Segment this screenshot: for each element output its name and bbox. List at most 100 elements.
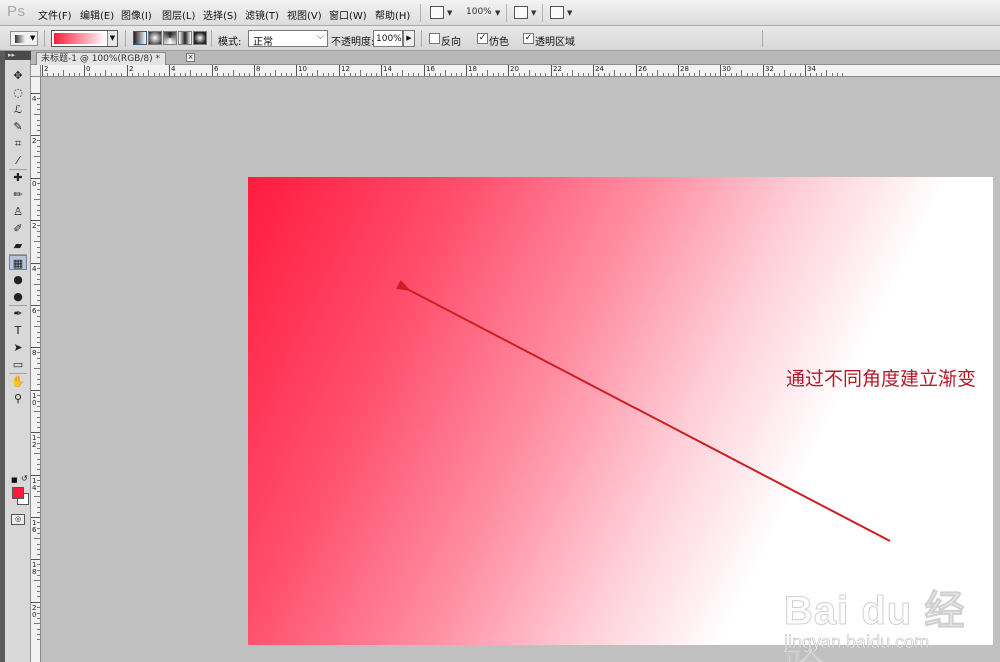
crop-icon[interactable]: ⌗ — [9, 136, 27, 151]
mode-select[interactable]: 正常 ⌵ — [248, 30, 328, 48]
transparency-checkbox[interactable]: ✓ — [523, 33, 534, 44]
reverse-checkbox[interactable] — [429, 33, 440, 44]
gradient-preview[interactable] — [54, 33, 106, 44]
menu-file[interactable]: 文件(F) — [38, 7, 72, 22]
eraser-icon[interactable]: ▰ — [9, 238, 27, 253]
close-icon[interactable]: × — [186, 53, 195, 62]
brush-icon[interactable]: ✏ — [9, 187, 27, 202]
ruler-minor-tick — [34, 623, 40, 624]
ruler-minor-tick — [37, 162, 40, 163]
menu-separator — [506, 4, 507, 22]
ruler-minor-tick — [832, 73, 833, 76]
ruler-minor-tick — [37, 384, 40, 385]
ruler-minor-tick — [307, 73, 308, 76]
dodge-icon[interactable]: ● — [9, 289, 27, 304]
ruler-minor-tick — [37, 194, 40, 195]
menu-view[interactable]: 视图(V) — [287, 7, 322, 22]
ruler-minor-tick — [529, 70, 530, 76]
pen-icon[interactable]: ✒ — [9, 306, 27, 321]
dither-checkbox[interactable]: ✓ — [477, 33, 488, 44]
reflected-gradient-button[interactable] — [178, 31, 192, 45]
ruler-minor-tick — [752, 73, 753, 76]
ruler-label: 28 — [680, 65, 689, 73]
ruler-minor-tick — [524, 73, 525, 76]
tool-preset-picker[interactable]: ▼ — [10, 31, 38, 46]
path-select-icon[interactable]: ➤ — [9, 340, 27, 355]
ruler-minor-tick — [402, 70, 403, 76]
chevron-down-icon[interactable]: ▼ — [531, 9, 536, 17]
opacity-slider-toggle[interactable]: ▶ — [403, 30, 415, 47]
ruler-minor-tick — [37, 98, 40, 99]
toolbox: ▸▸ ✥ ◌ ℒ ✎ ⌗ ⁄ ✚ ✏ ♙ ✐ ▰ ▦ ● ● ✒ T ➤ ▭ ✋ ⚲ ■ ↺ ◎ — [5, 51, 31, 662]
hand-icon[interactable]: ✋ — [9, 374, 27, 389]
quick-select-icon[interactable]: ✎ — [9, 119, 27, 134]
swap-colors-icon[interactable]: ↺ — [21, 474, 28, 483]
gradient-picker[interactable]: ▼ — [51, 30, 118, 47]
diamond-gradient-button[interactable] — [193, 31, 207, 45]
menu-filter[interactable]: 滤镜(T) — [245, 7, 279, 22]
quick-mask-icon[interactable]: ◎ — [11, 514, 25, 525]
healing-brush-icon[interactable]: ✚ — [9, 170, 27, 185]
ruler-minor-tick — [445, 70, 446, 76]
gradient-icon[interactable]: ▦ — [9, 255, 27, 270]
ruler-minor-tick — [344, 73, 345, 76]
menu-edit[interactable]: 编辑(E) — [80, 7, 114, 22]
ruler-minor-tick — [105, 70, 106, 76]
default-colors-icon[interactable]: ■ — [11, 476, 18, 484]
options-separator — [421, 30, 422, 47]
ruler-minor-tick — [37, 528, 40, 529]
opacity-input[interactable]: 100% — [373, 30, 403, 47]
marquee-icon[interactable]: ◌ — [9, 85, 27, 100]
toolbox-collapse-handle[interactable]: ▸▸ — [5, 51, 31, 60]
ruler-minor-tick — [34, 496, 40, 497]
ruler-minor-tick — [816, 73, 817, 76]
eyedropper-icon[interactable]: ⁄ — [9, 153, 27, 168]
ruler-minor-tick — [37, 257, 40, 258]
ruler-minor-tick — [37, 146, 40, 147]
ruler-minor-tick — [779, 73, 780, 76]
menu-window[interactable]: 窗口(W) — [329, 7, 367, 22]
ruler-minor-tick — [673, 73, 674, 76]
lasso-icon[interactable]: ℒ — [9, 102, 27, 117]
ruler-origin[interactable] — [31, 65, 41, 77]
ruler-minor-tick — [620, 73, 621, 76]
opacity-label: 不透明度: — [331, 37, 375, 48]
ruler-minor-tick — [790, 73, 791, 76]
vertical-ruler[interactable]: 4202468101214161820 — [31, 77, 41, 662]
menu-help[interactable]: 帮助(H) — [375, 7, 410, 22]
document-workspace[interactable]: 通过不同角度建立渐变 Bai du 经验 jingyan.baidu.com — [41, 77, 1000, 662]
angle-gradient-button[interactable] — [163, 31, 177, 45]
ruler-minor-tick — [201, 73, 202, 76]
shape-icon[interactable]: ▭ — [9, 357, 27, 372]
ruler-minor-tick — [545, 73, 546, 76]
arrange-documents-icon[interactable] — [514, 6, 528, 19]
ruler-minor-tick — [556, 73, 557, 76]
foreground-color-swatch[interactable] — [12, 487, 24, 499]
ruler-minor-tick — [37, 443, 40, 444]
menu-image[interactable]: 图像(I) — [121, 7, 152, 22]
ruler-tick — [127, 65, 128, 76]
screen-layout-icon[interactable] — [430, 6, 444, 19]
ruler-minor-tick — [689, 73, 690, 76]
blur-icon[interactable]: ● — [9, 272, 27, 287]
chevron-down-icon[interactable]: ▼ — [495, 9, 500, 17]
document-tab[interactable]: 未标题-1 @ 100%(RGB/8) * — [36, 52, 166, 65]
history-brush-icon[interactable]: ✐ — [9, 221, 27, 236]
menu-layer[interactable]: 图层(L) — [162, 7, 195, 22]
screen-mode-icon[interactable] — [550, 6, 564, 19]
ruler-minor-tick — [159, 73, 160, 76]
zoom-icon[interactable]: ⚲ — [9, 391, 27, 406]
clone-stamp-icon[interactable]: ♙ — [9, 204, 27, 219]
chevron-down-icon[interactable]: ▼ — [447, 9, 452, 17]
zoom-level[interactable]: 100% — [466, 7, 492, 17]
chevron-down-icon[interactable]: ▼ — [567, 9, 572, 17]
horizontal-ruler[interactable]: 2 0 2 4 6 8 10 12 14 16 18 20 22 24 26 28 30 32 34 — [41, 65, 1000, 77]
ruler-minor-tick — [477, 73, 478, 76]
type-icon[interactable]: T — [9, 323, 27, 338]
options-bar: ▼ ▼ 模式: 正常 ⌵ 不透明度: 100% ▶ 反向 ✓ 仿色 ✓ 透明区域 — [0, 26, 1000, 51]
menu-select[interactable]: 选择(S) — [203, 7, 237, 22]
chevron-down-icon[interactable]: ▼ — [107, 31, 117, 46]
radial-gradient-button[interactable] — [148, 31, 162, 45]
linear-gradient-button[interactable] — [133, 31, 147, 45]
move-icon[interactable]: ✥ — [9, 68, 27, 83]
